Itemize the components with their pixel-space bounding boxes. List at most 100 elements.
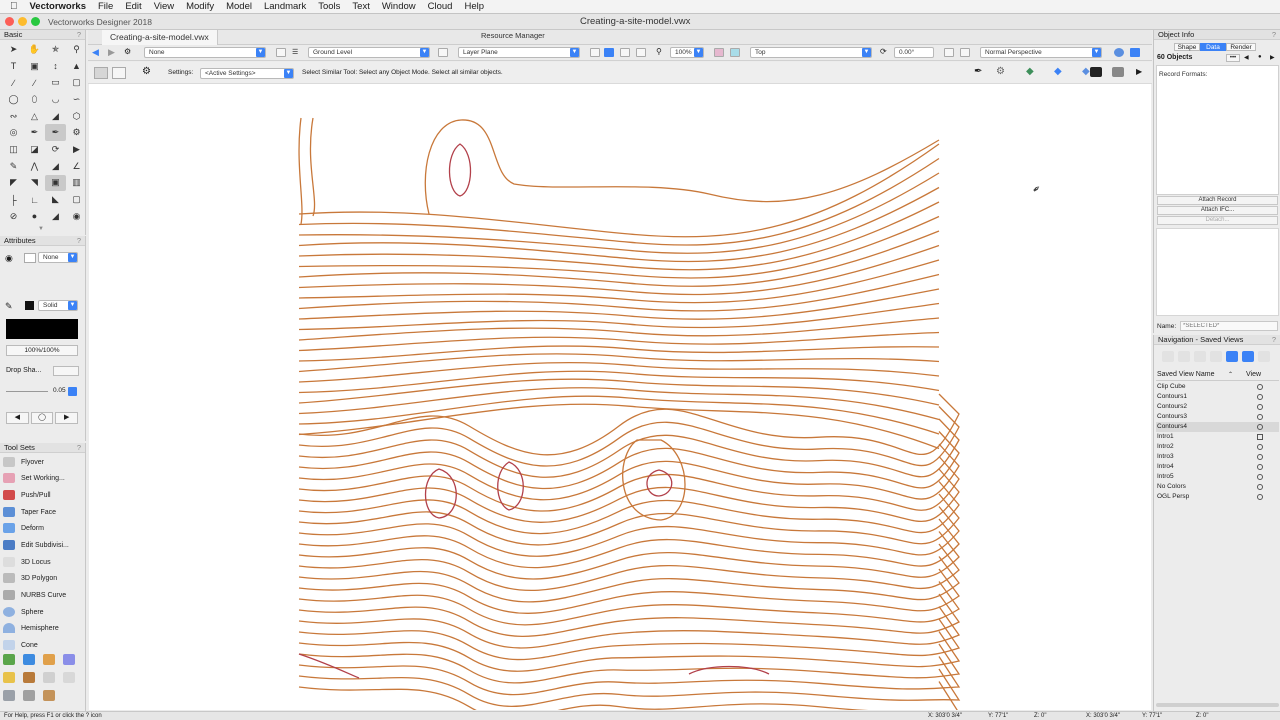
select-similar-tool-icon[interactable]: ✒ — [45, 124, 66, 142]
layer-options-icon[interactable] — [438, 48, 448, 57]
move-by-points-tool-icon[interactable]: ▣ — [45, 174, 66, 192]
line-weight-stepper[interactable] — [68, 387, 77, 396]
menu-file[interactable]: File — [92, 0, 119, 14]
saved-view-row[interactable]: Intro4 — [1156, 462, 1279, 472]
dim-tool-icon[interactable]: ├ — [3, 191, 24, 208]
tool-hemisphere[interactable]: Hemisphere — [3, 620, 81, 636]
sheet-layers-tab-icon[interactable] — [1194, 351, 1206, 362]
site-planning-icon[interactable] — [3, 654, 15, 665]
end-arrowhead-icon[interactable]: ▶ — [55, 412, 79, 424]
drop-shadow-button[interactable] — [53, 366, 79, 376]
locus-tool-icon[interactable]: ● — [24, 208, 45, 225]
split-tool-icon[interactable]: ◥ — [24, 175, 45, 192]
next-object-icon[interactable]: ▶ — [1270, 54, 1275, 61]
saved-view-row[interactable]: Contours1 — [1156, 392, 1279, 402]
link-arrowheads-icon[interactable]: ◯ — [30, 412, 54, 424]
current-object-icon[interactable]: ● — [1258, 54, 1262, 60]
mode-bar-more-icon[interactable]: ▶ — [1136, 67, 1142, 76]
3d-modeling-icon[interactable] — [63, 672, 75, 683]
double-line-tool-icon[interactable]: ∕ — [24, 74, 45, 91]
menu-edit[interactable]: Edit — [119, 0, 147, 14]
contour-line-hilltop[interactable] — [497, 461, 524, 511]
offset-tool-icon[interactable]: ✎ — [3, 158, 24, 175]
contour-line[interactable] — [424, 119, 940, 215]
polyline-tool-icon[interactable]: ∾ — [3, 108, 24, 125]
viewports-tab-icon[interactable] — [1210, 351, 1222, 362]
revision-cloud-tool-icon[interactable]: ◉ — [66, 208, 87, 225]
multiple-object-mode-icon[interactable] — [112, 67, 126, 79]
contour-line[interactable] — [309, 117, 316, 217]
text-tool-icon[interactable]: T — [3, 58, 24, 75]
regular-polygon-tool-icon[interactable]: ⬡ — [66, 108, 87, 125]
contour-line-depression[interactable] — [688, 665, 770, 675]
line-weight-value[interactable]: 0.05 — [53, 387, 66, 394]
contour-line-hilltop[interactable] — [448, 143, 472, 197]
layer-dropdown[interactable]: Ground Level ▼ — [308, 47, 430, 58]
tool-3d-locus[interactable]: 3D Locus — [3, 554, 81, 570]
plan-rotation-field[interactable]: 0.00° — [894, 47, 934, 58]
settings-tool-icon[interactable]: ⚙ — [142, 66, 151, 77]
layers-tab-icon[interactable] — [1178, 351, 1190, 362]
forward-arrow-icon[interactable]: ▶ — [108, 47, 115, 58]
attribute-mapping-tool-icon[interactable]: ⚙ — [66, 124, 87, 141]
symbols-tab-icon[interactable] — [1258, 351, 1270, 362]
attach-ifc-button[interactable]: Attach IFC... — [1157, 206, 1278, 215]
back-arrow-icon[interactable]: ◀ — [92, 47, 99, 58]
dims-notes-icon[interactable] — [43, 672, 55, 683]
menu-cloud[interactable]: Cloud — [422, 0, 459, 14]
name-field[interactable] — [1180, 321, 1278, 331]
zoom-window-icon[interactable] — [31, 17, 40, 26]
contour-line-hilltop[interactable] — [646, 469, 673, 497]
contour-line[interactable] — [298, 230, 940, 287]
tab-data[interactable]: Data — [1200, 43, 1226, 51]
tool-set-working-plane[interactable]: Set Working... — [3, 470, 81, 486]
machine-design-icon[interactable] — [3, 690, 15, 701]
saved-view-row-selected[interactable]: Contours4 — [1156, 422, 1279, 432]
clip-tool-icon[interactable]: ◫ — [3, 141, 24, 158]
single-object-mode-icon[interactable] — [94, 67, 108, 79]
fill-attributes-icon[interactable]: ◆ — [1054, 66, 1062, 77]
class-dropdown[interactable]: None ▼ — [144, 47, 266, 58]
menu-tools[interactable]: Tools — [312, 0, 346, 14]
menu-landmark[interactable]: Landmark — [258, 0, 312, 14]
tool-nurbs-curve[interactable]: NURBS Curve — [3, 587, 81, 603]
spiral-tool-icon[interactable]: ◎ — [3, 124, 24, 141]
selection-tool-icon[interactable]: ➤ — [3, 41, 24, 58]
fill-tool-icon[interactable]: ▲ — [66, 58, 87, 75]
double-polyline-tool-icon[interactable]: ◢ — [45, 108, 66, 125]
circle-tool-icon[interactable]: ◯ — [3, 91, 24, 108]
render-options-icon[interactable] — [960, 48, 970, 57]
saved-view-row[interactable]: Intro5 — [1156, 472, 1279, 482]
contour-line[interactable] — [298, 481, 960, 535]
saved-view-row[interactable]: Intro1 — [1156, 432, 1279, 442]
callout-tool-icon[interactable]: ▣ — [24, 58, 45, 75]
pen-style-dropdown[interactable]: Solid ▼ — [38, 300, 78, 311]
tool-sphere[interactable]: Sphere — [3, 604, 81, 620]
detach-button[interactable]: Detach... — [1157, 216, 1278, 225]
angular-dim-tool-icon[interactable]: ∟ — [24, 191, 45, 208]
saved-view-row[interactable]: Contours2 — [1156, 402, 1279, 412]
references-tab-icon[interactable] — [1242, 351, 1254, 362]
plane-dropdown[interactable]: Layer Plane ▼ — [458, 47, 580, 58]
close-window-icon[interactable] — [5, 17, 14, 26]
wood-icon[interactable] — [43, 690, 55, 701]
contour-line[interactable] — [298, 117, 303, 225]
contour-line[interactable] — [298, 317, 940, 341]
gear-icon[interactable] — [23, 690, 35, 701]
contour-line[interactable] — [298, 581, 960, 626]
tab-shape[interactable]: Shape — [1174, 43, 1200, 51]
dimension-tool-icon[interactable]: ↕ — [45, 58, 66, 75]
help-icon[interactable]: ? — [77, 236, 81, 246]
minimize-window-icon[interactable] — [18, 17, 27, 26]
tool-edit-subdivision[interactable]: Edit Subdivisi... — [3, 537, 81, 553]
layer-attributes-icon[interactable] — [1090, 67, 1102, 77]
chamfer-tool-icon[interactable]: ∠ — [66, 158, 87, 175]
pan-tool-icon[interactable]: ✋ — [24, 41, 45, 58]
settings-dropdown[interactable]: <Active Settings> ▼ — [200, 68, 294, 79]
gear-options-icon[interactable]: ⚙ — [996, 66, 1005, 77]
water-drop-icon[interactable] — [23, 654, 35, 665]
help-icon[interactable]: ? — [77, 443, 81, 453]
zoom-tool-icon[interactable]: ⚲ — [66, 41, 87, 58]
line-weight-slider[interactable] — [6, 391, 48, 392]
sort-arrow-icon[interactable]: ⌃ — [1228, 369, 1233, 381]
